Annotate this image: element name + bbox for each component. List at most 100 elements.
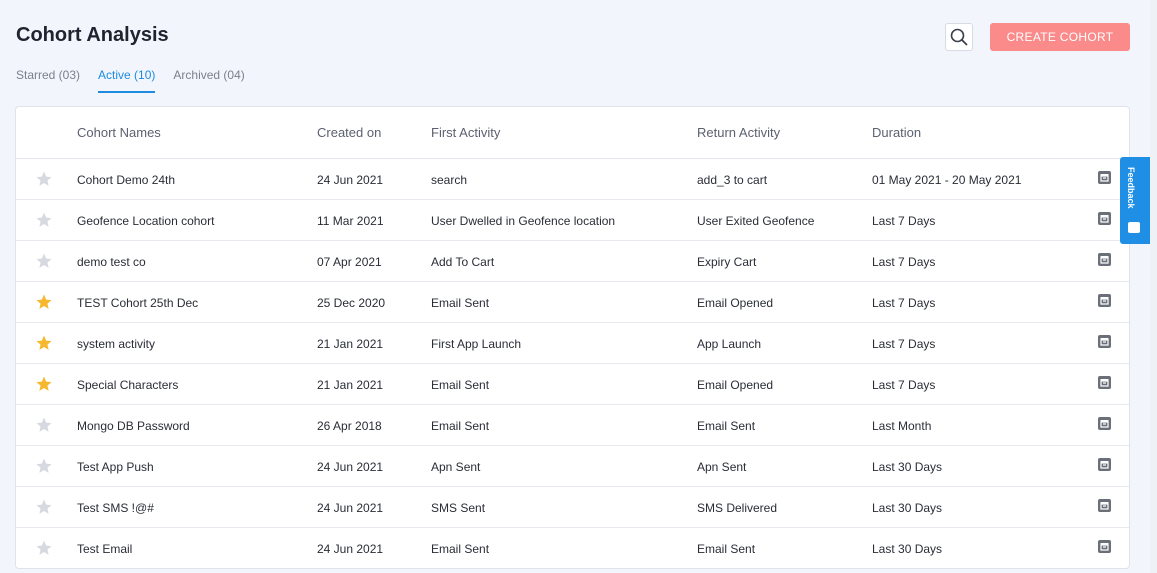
archive-icon[interactable] — [1098, 253, 1111, 266]
star-icon[interactable] — [35, 416, 53, 434]
tab-archived[interactable]: Archived (04) — [173, 68, 244, 93]
return-activity: Email Opened — [697, 296, 774, 310]
create-cohort-button[interactable]: CREATE COHORT — [990, 23, 1130, 51]
first-activity: Email Sent — [431, 378, 490, 392]
first-activity: Email Sent — [431, 296, 490, 310]
table-row[interactable]: Cohort Demo 24th 24 Jun 2021 search add_… — [16, 159, 1129, 200]
duration: Last Month — [872, 419, 932, 433]
table-header: Cohort Names Created on First Activity R… — [16, 107, 1129, 159]
cohort-name[interactable]: Test Email — [77, 542, 132, 556]
cohort-name[interactable]: Test SMS !@# — [77, 501, 154, 515]
header-return-activity[interactable]: Return Activity — [697, 125, 780, 140]
cohort-name[interactable]: Mongo DB Password — [77, 419, 190, 433]
table-row[interactable]: system activity 21 Jan 2021 First App La… — [16, 323, 1129, 364]
first-activity: Email Sent — [431, 419, 490, 433]
star-icon[interactable] — [35, 211, 53, 229]
cohort-name[interactable]: Geofence Location cohort — [77, 214, 214, 228]
archive-icon[interactable] — [1098, 417, 1111, 430]
duration: Last 7 Days — [872, 255, 936, 269]
return-activity: Email Opened — [697, 378, 774, 392]
duration: Last 7 Days — [872, 337, 936, 351]
first-activity: Email Sent — [431, 542, 490, 556]
first-activity: search — [431, 173, 468, 187]
duration: Last 7 Days — [872, 378, 936, 392]
created-on: 07 Apr 2021 — [317, 255, 382, 269]
first-activity: First App Launch — [431, 337, 522, 351]
return-activity: SMS Delivered — [697, 501, 778, 515]
header-cohort-names[interactable]: Cohort Names — [77, 125, 161, 140]
created-on: 26 Apr 2018 — [317, 419, 382, 433]
created-on: 24 Jun 2021 — [317, 542, 384, 556]
first-activity: Add To Cart — [431, 255, 495, 269]
created-on: 24 Jun 2021 — [317, 501, 384, 515]
star-icon[interactable] — [35, 170, 53, 188]
archive-icon[interactable] — [1098, 458, 1111, 471]
archive-icon[interactable] — [1098, 335, 1111, 348]
page-scrollbar[interactable] — [1150, 0, 1157, 573]
table-row[interactable]: Mongo DB Password 26 Apr 2018 Email Sent… — [16, 405, 1129, 446]
table-body: Cohort Demo 24th 24 Jun 2021 search add_… — [16, 159, 1129, 568]
star-icon[interactable] — [35, 252, 53, 270]
table-row[interactable]: Geofence Location cohort 11 Mar 2021 Use… — [16, 200, 1129, 241]
cohort-name[interactable]: Test App Push — [77, 460, 154, 474]
return-activity: Email Sent — [697, 542, 756, 556]
duration: Last 7 Days — [872, 296, 936, 310]
duration: Last 7 Days — [872, 214, 936, 228]
feedback-tab[interactable]: Feedback — [1120, 157, 1150, 244]
table-row[interactable]: demo test co 07 Apr 2021 Add To Cart Exp… — [16, 241, 1129, 282]
star-icon[interactable] — [35, 498, 53, 516]
table-row[interactable]: TEST Cohort 25th Dec 25 Dec 2020 Email S… — [16, 282, 1129, 323]
duration: Last 30 Days — [872, 501, 943, 515]
cohort-name[interactable]: system activity — [77, 337, 155, 351]
search-button[interactable] — [945, 23, 973, 51]
header-created-on[interactable]: Created on — [317, 125, 381, 140]
cohort-table: Cohort Names Created on First Activity R… — [15, 106, 1130, 569]
table-row[interactable]: Test App Push 24 Jun 2021 Apn Sent Apn S… — [16, 446, 1129, 487]
page-title: Cohort Analysis — [16, 24, 169, 46]
star-icon[interactable] — [35, 293, 53, 311]
tab-starred[interactable]: Starred (03) — [16, 68, 80, 93]
archive-icon[interactable] — [1098, 540, 1111, 553]
first-activity: Apn Sent — [431, 460, 481, 474]
return-activity: User Exited Geofence — [697, 214, 815, 228]
cohort-name[interactable]: demo test co — [77, 255, 146, 269]
header-first-activity[interactable]: First Activity — [431, 125, 500, 140]
created-on: 25 Dec 2020 — [317, 296, 386, 310]
archive-icon[interactable] — [1098, 212, 1111, 225]
star-icon[interactable] — [35, 375, 53, 393]
archive-icon[interactable] — [1098, 294, 1111, 307]
feedback-label: Feedback — [1126, 167, 1136, 209]
table-row[interactable]: Test Email 24 Jun 2021 Email Sent Email … — [16, 528, 1129, 568]
star-icon[interactable] — [35, 539, 53, 557]
archive-icon[interactable] — [1098, 499, 1111, 512]
header-duration[interactable]: Duration — [872, 125, 921, 140]
cohort-name[interactable]: Special Characters — [77, 378, 178, 392]
table-row[interactable]: Test SMS !@# 24 Jun 2021 SMS Sent SMS De… — [16, 487, 1129, 528]
archive-icon[interactable] — [1098, 171, 1111, 184]
table-row[interactable]: Special Characters 21 Jan 2021 Email Sen… — [16, 364, 1129, 405]
first-activity: User Dwelled in Geofence location — [431, 214, 616, 228]
return-activity: Expiry Cart — [697, 255, 757, 269]
created-on: 24 Jun 2021 — [317, 460, 384, 474]
tab-bar: Starred (03) Active (10) Archived (04) — [16, 68, 263, 93]
created-on: 11 Mar 2021 — [317, 214, 384, 228]
archive-icon[interactable] — [1098, 376, 1111, 389]
tab-active[interactable]: Active (10) — [98, 68, 156, 93]
cohort-name[interactable]: TEST Cohort 25th Dec — [77, 296, 198, 310]
star-icon[interactable] — [35, 334, 53, 352]
return-activity: Apn Sent — [697, 460, 747, 474]
cohort-name[interactable]: Cohort Demo 24th — [77, 173, 175, 187]
feedback-icon — [1128, 222, 1140, 233]
return-activity: App Launch — [697, 337, 762, 351]
duration: Last 30 Days — [872, 542, 943, 556]
first-activity: SMS Sent — [431, 501, 486, 515]
star-icon[interactable] — [35, 457, 53, 475]
duration: 01 May 2021 - 20 May 2021 — [872, 173, 1022, 187]
created-on: 21 Jan 2021 — [317, 378, 384, 392]
return-activity: Email Sent — [697, 419, 756, 433]
duration: Last 30 Days — [872, 460, 943, 474]
return-activity: add_3 to cart — [697, 173, 768, 187]
created-on: 21 Jan 2021 — [317, 337, 384, 351]
created-on: 24 Jun 2021 — [317, 173, 384, 187]
search-icon — [950, 28, 968, 46]
